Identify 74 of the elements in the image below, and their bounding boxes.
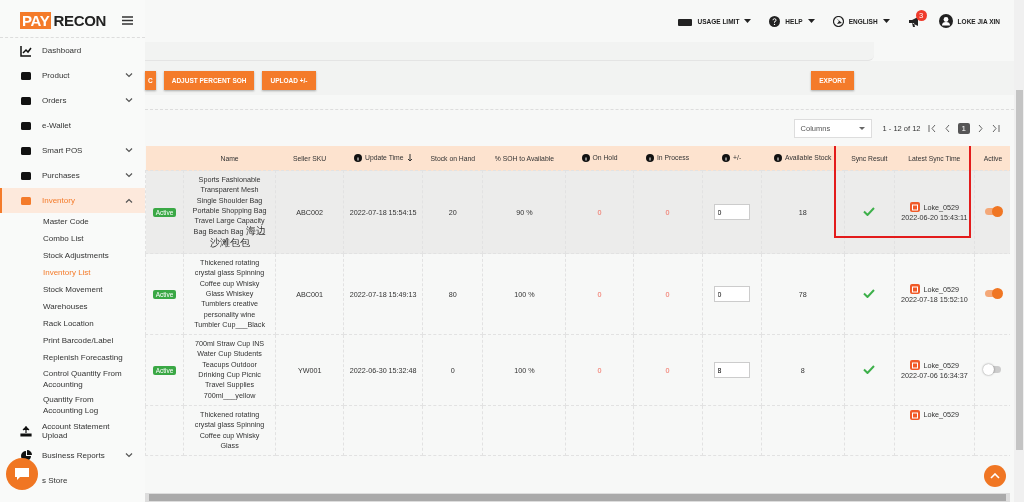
info-icon [353, 153, 362, 162]
sidebar-item[interactable]: Smart POS [0, 138, 145, 163]
submenu-item[interactable]: Stock Movement [0, 281, 145, 298]
server-icon [678, 16, 693, 26]
chat-button[interactable] [6, 458, 38, 490]
menu-item-label: s Store [42, 476, 69, 485]
shop-icon [909, 409, 920, 420]
sort-arrow-icon[interactable] [406, 153, 413, 162]
info-icon [581, 153, 590, 162]
user-icon [938, 14, 953, 28]
help-icon [769, 15, 781, 27]
page-number[interactable]: 1 [957, 122, 970, 134]
info-icon [722, 153, 731, 162]
sidebar-item[interactable]: e-Wallet [0, 113, 145, 138]
menu-item-label: Smart POS [42, 146, 84, 155]
menu-item-icon [20, 44, 32, 57]
megaphone-icon[interactable] [907, 15, 921, 27]
menu-item-label: Dashboard [42, 46, 83, 55]
last-page-icon[interactable] [991, 123, 1000, 133]
menu-item-icon [20, 194, 32, 207]
submenu-item[interactable]: Replenish Forecasting [0, 349, 145, 366]
submenu-item[interactable]: Master Code [0, 213, 145, 230]
caret-down-icon [858, 126, 865, 130]
menu-item-icon [20, 69, 32, 82]
sidebar-item[interactable]: Business Reports [0, 443, 145, 468]
active-toggle[interactable] [984, 365, 1001, 373]
info-icon [646, 153, 654, 162]
shop-icon [909, 360, 920, 371]
scroll-to-top-button[interactable] [984, 465, 1006, 487]
shop-icon [909, 202, 920, 213]
sidebar-item[interactable]: Purchases [0, 163, 145, 188]
active-toggle[interactable] [984, 207, 1001, 215]
submenu-item[interactable]: Quantity From Accounting Log [0, 392, 145, 418]
menu-item-icon [20, 449, 32, 462]
next-page-icon[interactable] [977, 123, 984, 133]
submenu-item[interactable]: Warehouses [0, 298, 145, 315]
menu-item-label: Purchases [42, 171, 81, 180]
logo: PAY RECON [20, 12, 107, 29]
menu-item-icon [20, 94, 32, 107]
active-toggle[interactable] [984, 289, 1001, 297]
sidebar-item[interactable]: Product [0, 63, 145, 88]
first-page-icon[interactable] [927, 123, 937, 133]
submenu-item[interactable]: Stock Adjustments [0, 247, 145, 264]
sidebar-item[interactable]: Orders [0, 88, 145, 113]
menu-item-icon [20, 169, 32, 182]
vertical-scrollbar[interactable] [1016, 90, 1023, 450]
sidebar-item[interactable]: s Store [0, 468, 145, 493]
sidebar-item[interactable]: Dashboard [0, 38, 145, 63]
caret-down-icon [807, 19, 815, 23]
menu-item-label: Inventory [42, 196, 76, 205]
previous-page-icon[interactable] [943, 123, 951, 133]
chat-bubble-icon [14, 467, 30, 481]
chevron-up-icon [990, 473, 1000, 479]
menu-item-icon [20, 119, 32, 132]
menu-item-label: Business Reports [42, 451, 106, 460]
submenu-item[interactable]: Print Barcode/Label [0, 332, 145, 349]
submenu-item[interactable]: Rack Location [0, 315, 145, 332]
table-row[interactable] [145, 253, 1010, 335]
menu-item-label: Product [42, 71, 71, 80]
table-row[interactable] [145, 170, 1010, 254]
horizontal-scrollbar[interactable] [149, 494, 1006, 501]
menu-item-label: e-Wallet [42, 121, 73, 130]
sidebar-item[interactable]: Account Statement Upload [0, 418, 145, 443]
caret-down-icon [744, 19, 752, 23]
menu-item-icon [20, 424, 32, 437]
submenu-item[interactable]: Combo List [0, 230, 145, 247]
menu-item-label: Orders [42, 96, 68, 105]
submenu-item[interactable]: Control Quantity From Accounting [0, 366, 145, 392]
menu-icon[interactable] [122, 16, 133, 25]
caret-down-icon [882, 19, 890, 23]
menu-item-label: Account Statement Upload [42, 421, 111, 440]
info-icon [774, 153, 782, 162]
menu-item-icon [20, 144, 32, 157]
shop-icon [909, 284, 920, 295]
